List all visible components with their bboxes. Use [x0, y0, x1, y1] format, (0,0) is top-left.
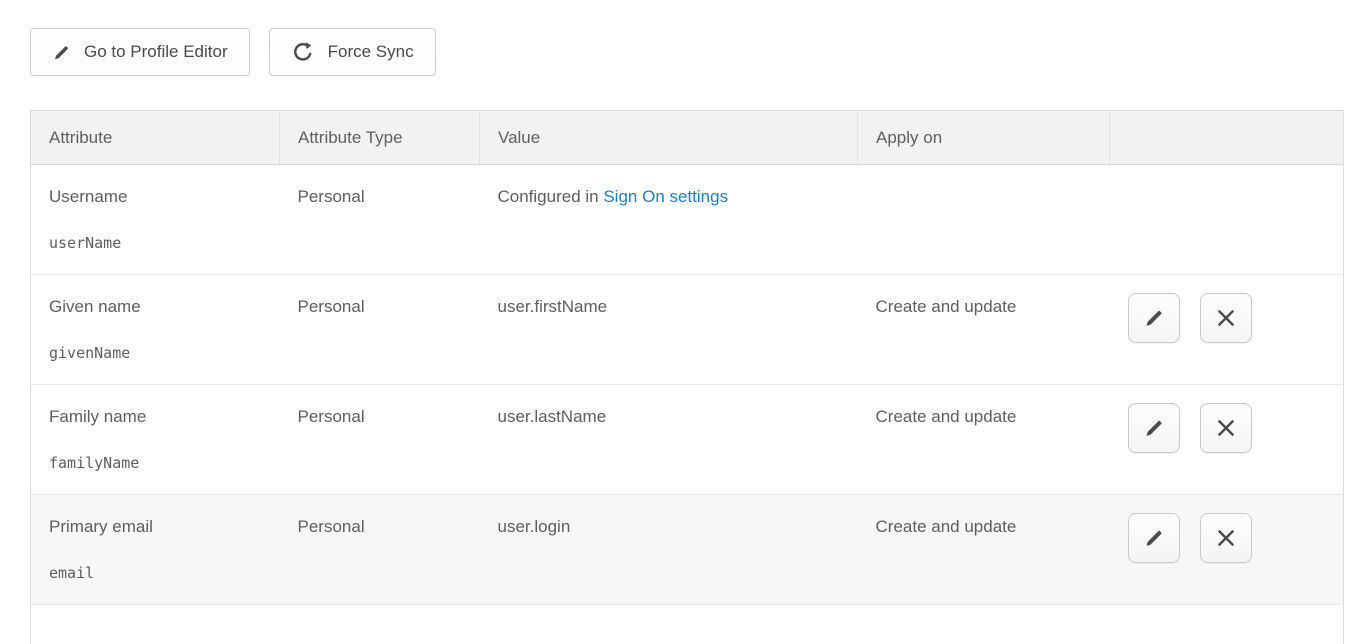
pencil-icon	[1143, 307, 1165, 329]
edit-attribute-button[interactable]	[1128, 293, 1180, 343]
x-icon	[1215, 527, 1237, 549]
value-cell: user.login	[480, 495, 858, 605]
table-row-family-name: Family name familyName Personal user.las…	[31, 385, 1344, 495]
column-header-apply-on: Apply on	[858, 111, 1110, 165]
column-header-value: Value	[480, 111, 858, 165]
attribute-label: Primary email	[49, 517, 262, 537]
pencil-icon	[1143, 417, 1165, 439]
attribute-mappings-table: Attribute Attribute Type Value Apply on …	[30, 110, 1344, 644]
actions-cell	[1110, 275, 1344, 385]
edit-attribute-button[interactable]	[1128, 513, 1180, 563]
attribute-type-cell: Personal	[280, 495, 480, 605]
delete-attribute-button[interactable]	[1200, 403, 1252, 453]
attribute-label: Family name	[49, 407, 262, 427]
apply-on-cell: Create and update	[858, 385, 1110, 495]
x-icon	[1215, 307, 1237, 329]
partial-row-cell	[31, 605, 1344, 644]
attribute-cell: Family name familyName	[31, 385, 280, 495]
table-row-username: Username userName Personal Configured in…	[31, 165, 1344, 275]
delete-attribute-button[interactable]	[1200, 513, 1252, 563]
attribute-label: Given name	[49, 297, 262, 317]
attribute-name: email	[49, 563, 262, 583]
attribute-mapping-page: Go to Profile Editor Force Sync Attribut…	[0, 0, 1370, 644]
actions-cell	[1110, 385, 1344, 495]
x-icon	[1215, 417, 1237, 439]
attribute-table-container: Attribute Attribute Type Value Apply on …	[30, 110, 1370, 644]
column-header-attribute: Attribute	[31, 111, 280, 165]
column-header-actions	[1110, 111, 1344, 165]
table-header-row: Attribute Attribute Type Value Apply on	[31, 111, 1344, 165]
table-row-primary-email: Primary email email Personal user.login …	[31, 495, 1344, 605]
value-cell: Configured in Sign On settings	[480, 165, 858, 275]
force-sync-button[interactable]: Force Sync	[269, 28, 436, 76]
value-cell: user.lastName	[480, 385, 858, 495]
force-sync-label: Force Sync	[328, 42, 414, 62]
go-to-profile-editor-button[interactable]: Go to Profile Editor	[30, 28, 250, 76]
attribute-name: userName	[49, 233, 262, 253]
go-to-profile-editor-label: Go to Profile Editor	[84, 42, 228, 62]
pencil-icon	[52, 43, 71, 62]
refresh-icon	[291, 40, 315, 64]
actions-cell	[1110, 165, 1344, 275]
attribute-label: Username	[49, 187, 262, 207]
attribute-name: familyName	[49, 453, 262, 473]
edit-attribute-button[interactable]	[1128, 403, 1180, 453]
table-row-given-name: Given name givenName Personal user.first…	[31, 275, 1344, 385]
column-header-attribute-type: Attribute Type	[280, 111, 480, 165]
attribute-cell: Given name givenName	[31, 275, 280, 385]
value-prefix: Configured in	[498, 187, 604, 206]
actions-cell	[1110, 495, 1344, 605]
delete-attribute-button[interactable]	[1200, 293, 1252, 343]
attribute-cell: Primary email email	[31, 495, 280, 605]
toolbar: Go to Profile Editor Force Sync	[30, 28, 1370, 76]
sign-on-settings-link[interactable]: Sign On settings	[603, 187, 728, 206]
apply-on-cell: Create and update	[858, 275, 1110, 385]
attribute-cell: Username userName	[31, 165, 280, 275]
value-cell: user.firstName	[480, 275, 858, 385]
attribute-type-cell: Personal	[280, 275, 480, 385]
apply-on-cell: Create and update	[858, 495, 1110, 605]
apply-on-cell	[858, 165, 1110, 275]
table-row-partial	[31, 605, 1344, 644]
pencil-icon	[1143, 527, 1165, 549]
attribute-type-cell: Personal	[280, 385, 480, 495]
attribute-name: givenName	[49, 343, 262, 363]
attribute-type-cell: Personal	[280, 165, 480, 275]
